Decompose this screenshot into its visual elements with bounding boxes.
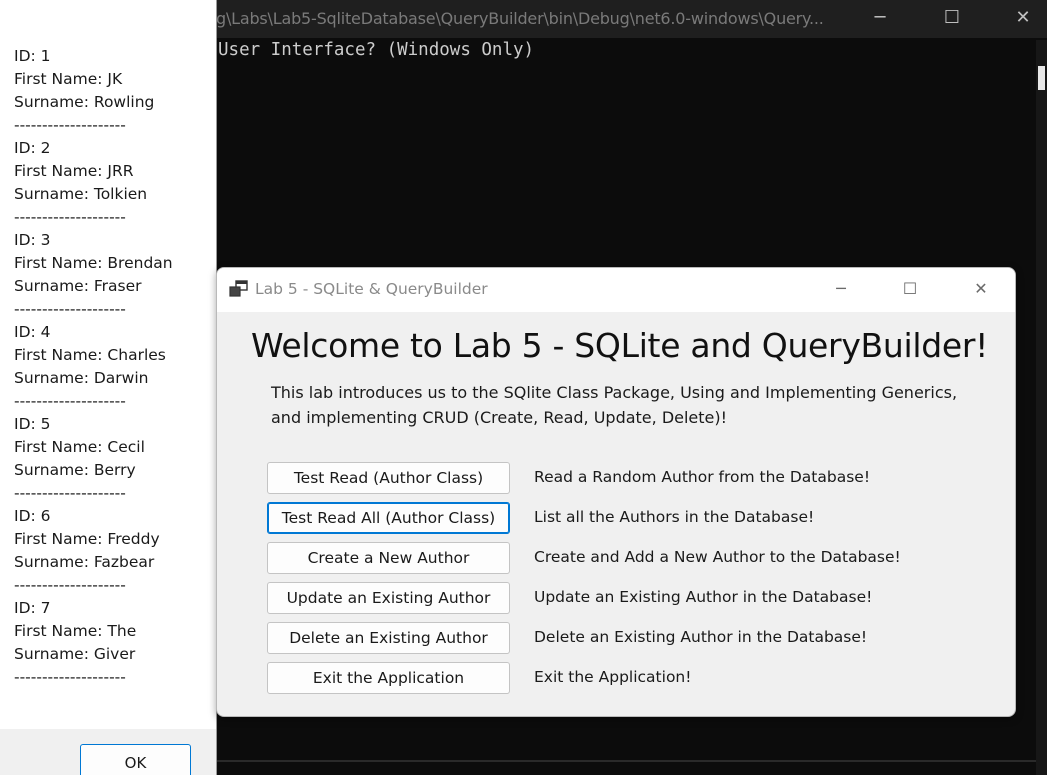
action-row-test-read-all: Test Read All (Author Class) List all th… <box>267 502 987 534</box>
delete-author-button[interactable]: Delete an Existing Author <box>267 622 510 654</box>
test-read-description: Read a Random Author from the Database! <box>534 468 871 486</box>
create-author-description: Create and Add a New Author to the Datab… <box>534 548 901 566</box>
test-read-button[interactable]: Test Read (Author Class) <box>267 462 510 494</box>
create-author-button[interactable]: Create a New Author <box>267 542 510 574</box>
form-maximize-button[interactable]: ☐ <box>887 274 933 304</box>
exit-application-description: Exit the Application! <box>534 668 692 686</box>
console-divider <box>216 760 1036 762</box>
console-scrollbar-thumb[interactable] <box>1038 66 1045 90</box>
action-row-test-read: Test Read (Author Class) Read a Random A… <box>267 462 987 494</box>
welcome-heading: Welcome to Lab 5 - SQLite and QueryBuild… <box>251 326 989 365</box>
console-window-title: g\Labs\Lab5-SqliteDatabase\QueryBuilder\… <box>216 9 824 28</box>
test-read-all-button[interactable]: Test Read All (Author Class) <box>267 502 510 534</box>
action-row-create: Create a New Author Create and Add a New… <box>267 542 987 574</box>
action-row-exit: Exit the Application Exit the Applicatio… <box>267 662 987 694</box>
form-window-title: Lab 5 - SQLite & QueryBuilder <box>255 280 488 298</box>
form-close-button[interactable]: ✕ <box>958 274 1004 304</box>
console-scrollbar[interactable] <box>1036 40 1047 775</box>
authors-message-box: ID: 1 First Name: JK Surname: Rowling --… <box>0 0 217 775</box>
test-read-all-description: List all the Authors in the Database! <box>534 508 815 526</box>
update-author-description: Update an Existing Author in the Databas… <box>534 588 873 606</box>
exit-application-button[interactable]: Exit the Application <box>267 662 510 694</box>
authors-list-text: ID: 1 First Name: JK Surname: Rowling --… <box>14 47 173 686</box>
lab5-form-window: Lab 5 - SQLite & QueryBuilder ─ ☐ ✕ Welc… <box>216 267 1016 717</box>
update-author-button[interactable]: Update an Existing Author <box>267 582 510 614</box>
action-row-delete: Delete an Existing Author Delete an Exis… <box>267 622 987 654</box>
form-minimize-button[interactable]: ─ <box>818 274 864 304</box>
console-close-button[interactable]: ✕ <box>1000 4 1046 32</box>
console-minimize-button[interactable]: ─ <box>857 4 903 32</box>
action-row-update: Update an Existing Author Update an Exis… <box>267 582 987 614</box>
ok-button[interactable]: OK <box>80 744 191 775</box>
form-titlebar: Lab 5 - SQLite & QueryBuilder ─ ☐ ✕ <box>217 268 1015 312</box>
console-output: User Interface? (Windows Only) <box>218 40 535 60</box>
delete-author-description: Delete an Existing Author in the Databas… <box>534 628 868 646</box>
app-window-icon <box>229 280 248 297</box>
intro-description: This lab introduces us to the SQlite Cla… <box>271 383 958 427</box>
console-maximize-button[interactable]: ☐ <box>929 4 975 32</box>
